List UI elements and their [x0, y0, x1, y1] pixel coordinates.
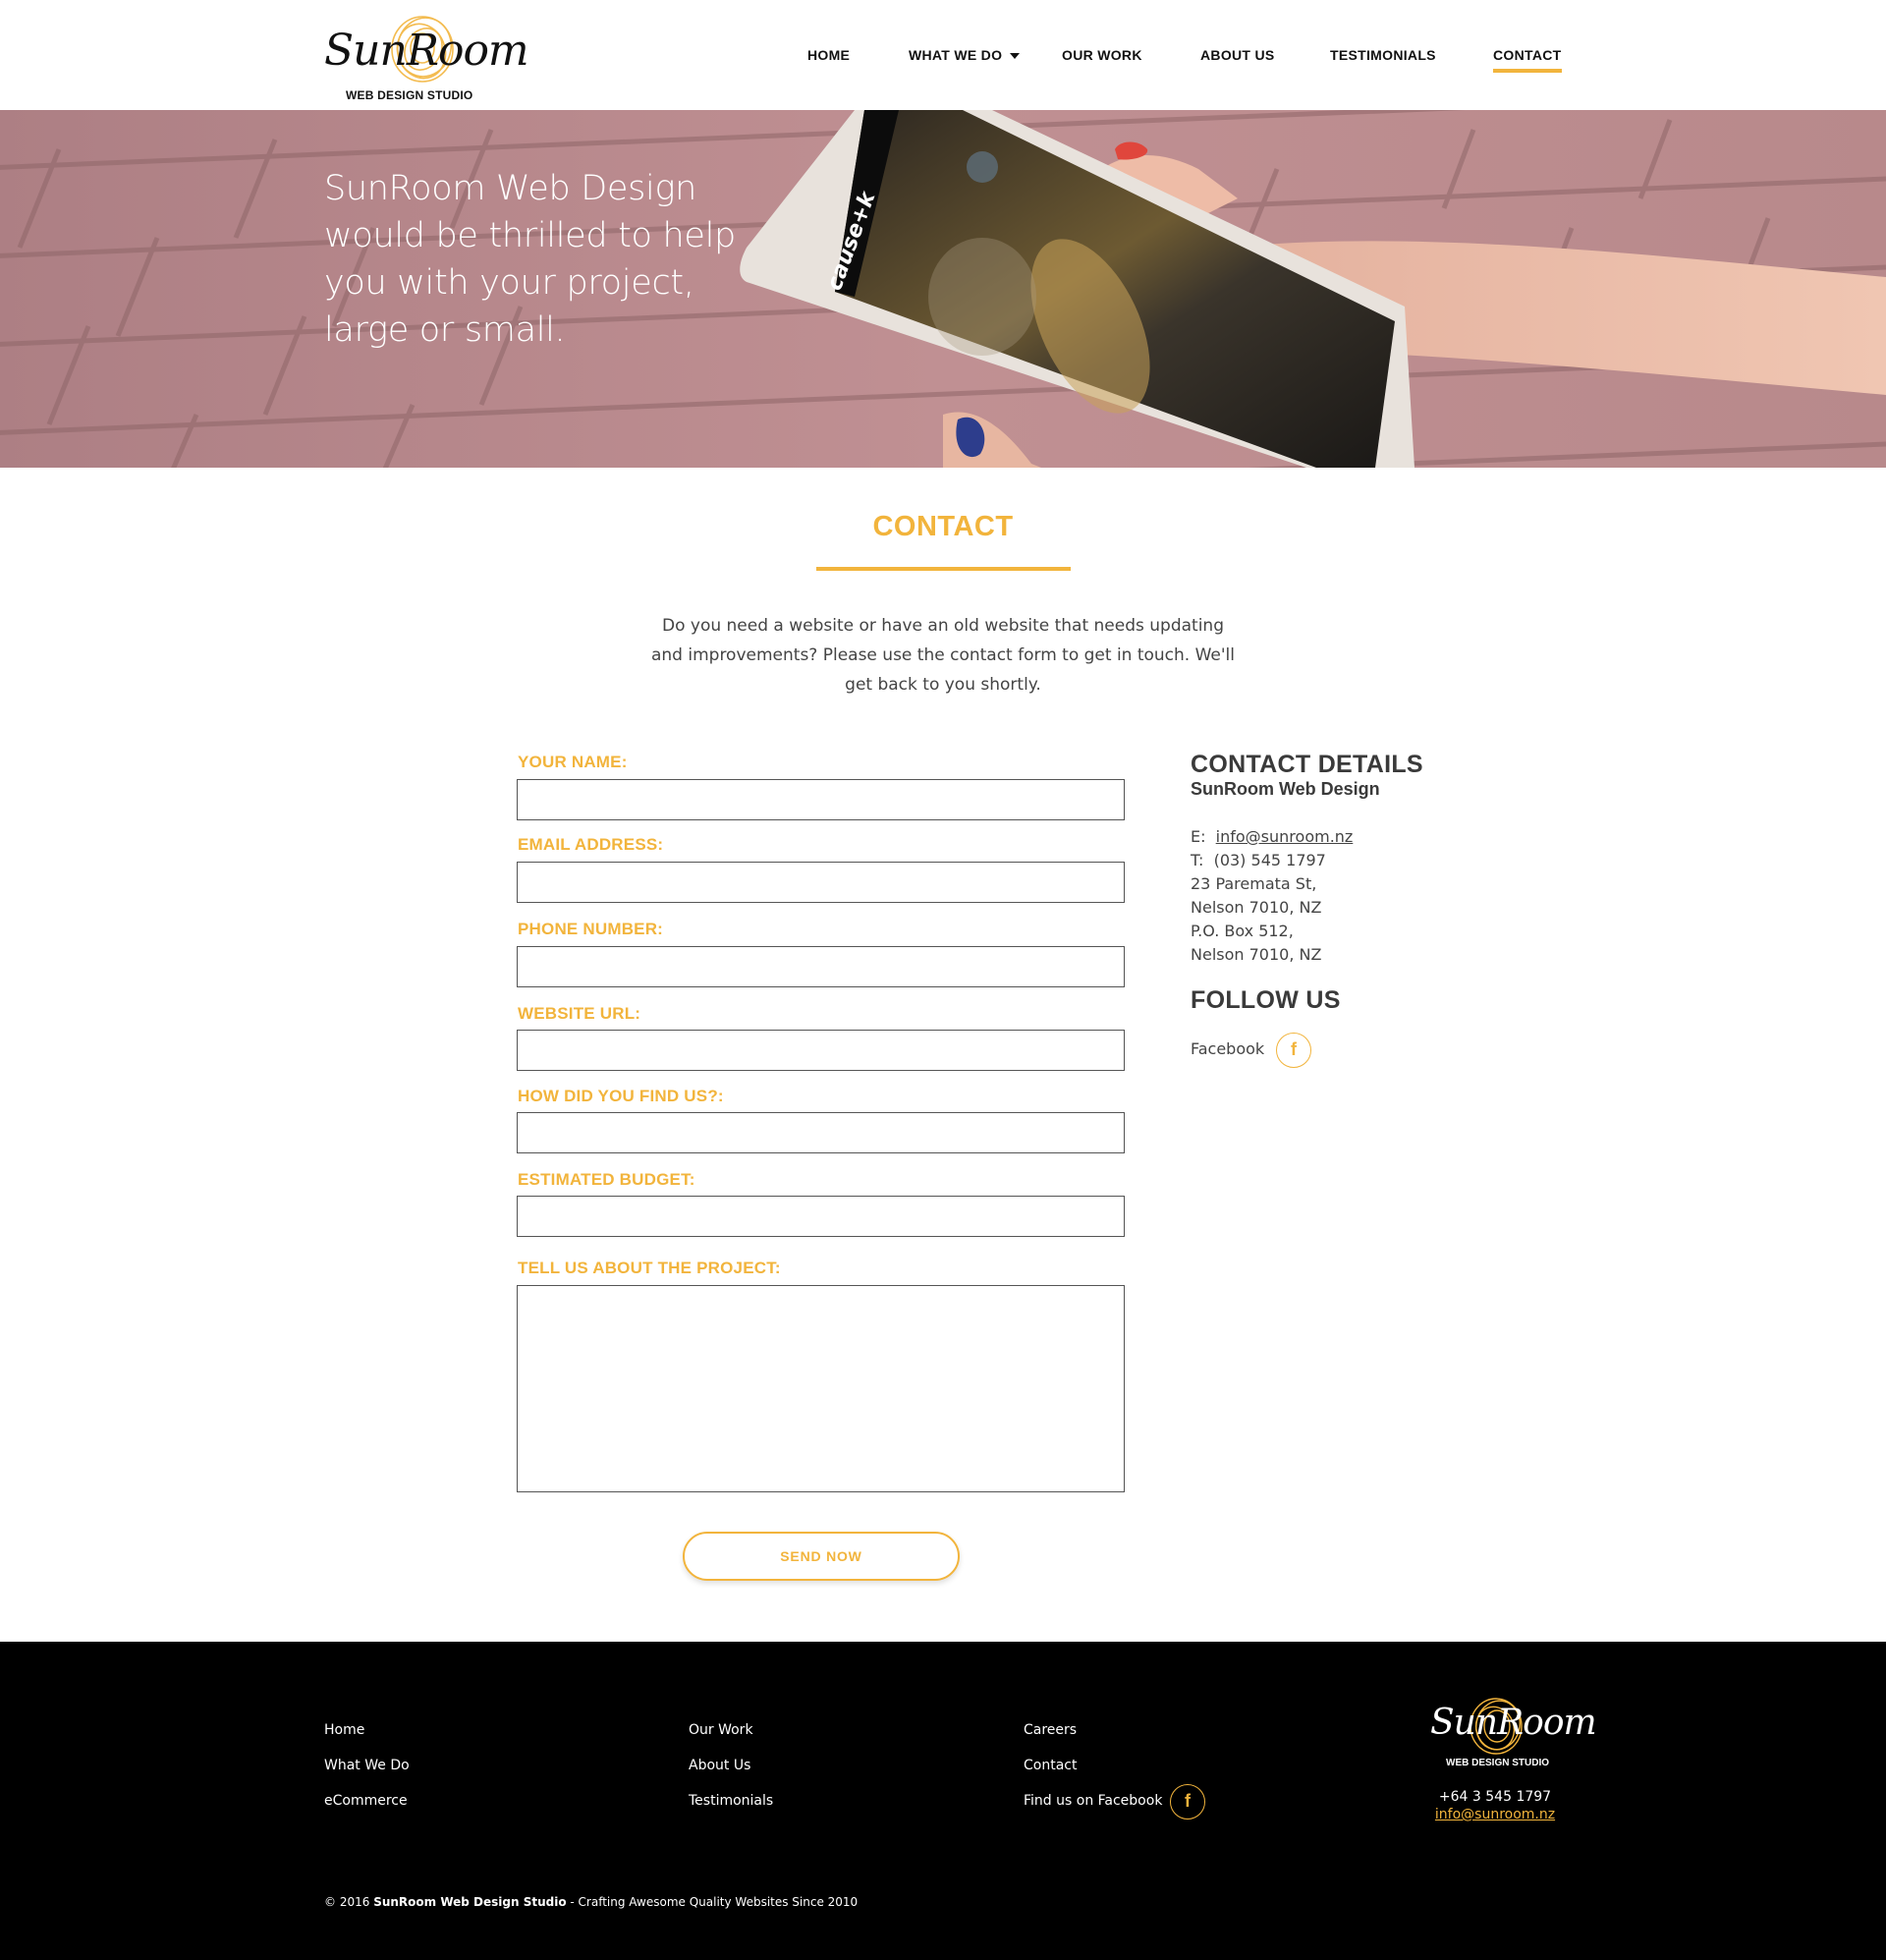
contact-phone: (03) 545 1797 — [1213, 851, 1326, 869]
address-line-1: 23 Paremata St, — [1191, 874, 1317, 893]
nav-home[interactable]: HOME — [807, 47, 850, 63]
footer-email-link[interactable]: info@sunroom.nz — [1407, 1807, 1583, 1822]
caret-down-icon — [1010, 53, 1021, 60]
budget-input[interactable] — [517, 1196, 1125, 1237]
copyright-year: © 2016 — [324, 1895, 370, 1909]
nav-about-us[interactable]: ABOUT US — [1200, 47, 1275, 63]
hero-photo-tablet-in-hand: cause+k — [0, 110, 1886, 468]
name-input[interactable] — [517, 779, 1125, 820]
logo-tagline: WEB DESIGN STUDIO — [346, 88, 473, 102]
footer-facebook-icon[interactable]: f — [1170, 1784, 1205, 1820]
footer-logo-wordmark: SunRoom — [1430, 1703, 1597, 1743]
footer-logo[interactable]: SunRoom WEB DESIGN STUDIO — [1430, 1693, 1597, 1771]
logo-wordmark: SunRoom — [324, 26, 529, 76]
contact-email-link[interactable]: info@sunroom.nz — [1216, 827, 1354, 846]
nav-our-work[interactable]: OUR WORK — [1062, 47, 1142, 63]
copyright-tagline: - Crafting Awesome Quality Websites Sinc… — [570, 1895, 859, 1909]
site-footer: Home What We Do eCommerce Our Work About… — [0, 1642, 1886, 1960]
footer-link-ecommerce[interactable]: eCommerce — [324, 1793, 408, 1809]
footer-link-what-we-do[interactable]: What We Do — [324, 1758, 410, 1773]
email-label: EMAIL ADDRESS: — [518, 835, 664, 854]
footer-link-about-us[interactable]: About Us — [689, 1758, 750, 1773]
facebook-icon[interactable]: f — [1276, 1033, 1311, 1068]
hero-banner: cause+k SunRoom Web Design would be thri… — [0, 110, 1886, 468]
name-label: YOUR NAME: — [518, 753, 628, 771]
website-url-input[interactable] — [517, 1030, 1125, 1071]
copyright-company: SunRoom Web Design Studio — [373, 1895, 567, 1909]
find-us-input[interactable] — [517, 1112, 1125, 1153]
email-prefix: E: — [1191, 827, 1206, 846]
page-title: CONTACT — [872, 511, 1014, 542]
project-label: TELL US ABOUT THE PROJECT: — [518, 1259, 781, 1277]
copyright-text: © 2016 SunRoom Web Design Studio - Craft… — [324, 1895, 858, 1909]
po-box-line-2: Nelson 7010, NZ — [1191, 945, 1322, 964]
footer-link-our-work[interactable]: Our Work — [689, 1722, 753, 1738]
phone-line: T: (03) 545 1797 — [1191, 851, 1326, 869]
website-url-label: WEBSITE URL: — [518, 1004, 641, 1023]
site-header: SunRoom WEB DESIGN STUDIO HOME WHAT WE D… — [0, 0, 1886, 110]
email-input[interactable] — [517, 862, 1125, 903]
footer-link-facebook[interactable]: Find us on Facebook — [1024, 1793, 1162, 1809]
po-box-line-1: P.O. Box 512, — [1191, 922, 1294, 940]
footer-phone: +64 3 545 1797 — [1438, 1789, 1552, 1805]
footer-link-testimonials[interactable]: Testimonials — [689, 1793, 773, 1809]
contact-details-heading: CONTACT DETAILS — [1191, 751, 1423, 778]
footer-link-home[interactable]: Home — [324, 1722, 364, 1738]
footer-link-careers[interactable]: Careers — [1024, 1722, 1077, 1738]
nav-contact[interactable]: CONTACT — [1493, 47, 1562, 73]
address-line-2: Nelson 7010, NZ — [1191, 898, 1322, 917]
footer-logo-tagline: WEB DESIGN STUDIO — [1446, 1758, 1550, 1768]
company-name: SunRoom Web Design — [1191, 779, 1380, 799]
nav-testimonials[interactable]: TESTIMONIALS — [1330, 47, 1436, 63]
phone-label: PHONE NUMBER: — [518, 920, 664, 938]
hero-headline: SunRoom Web Design would be thrilled to … — [324, 169, 736, 350]
budget-label: ESTIMATED BUDGET: — [518, 1170, 695, 1189]
intro-text: Do you need a website or have an old web… — [650, 616, 1236, 695]
sunroom-logo[interactable]: SunRoom WEB DESIGN STUDIO — [324, 8, 529, 106]
follow-us-heading: FOLLOW US — [1191, 986, 1341, 1014]
facebook-follow-label[interactable]: Facebook — [1191, 1039, 1264, 1058]
footer-link-contact[interactable]: Contact — [1024, 1758, 1077, 1773]
nav-what-we-do[interactable]: WHAT WE DO — [909, 47, 1021, 63]
nav-what-we-do-label: WHAT WE DO — [909, 47, 1003, 63]
phone-prefix: T: — [1191, 851, 1204, 869]
title-underline — [816, 567, 1071, 571]
find-us-label: HOW DID YOU FIND US?: — [518, 1087, 724, 1105]
send-now-button[interactable]: SEND NOW — [683, 1532, 960, 1581]
phone-input[interactable] — [517, 946, 1125, 987]
project-textarea[interactable] — [517, 1285, 1125, 1492]
email-line: E: info@sunroom.nz — [1191, 827, 1353, 846]
